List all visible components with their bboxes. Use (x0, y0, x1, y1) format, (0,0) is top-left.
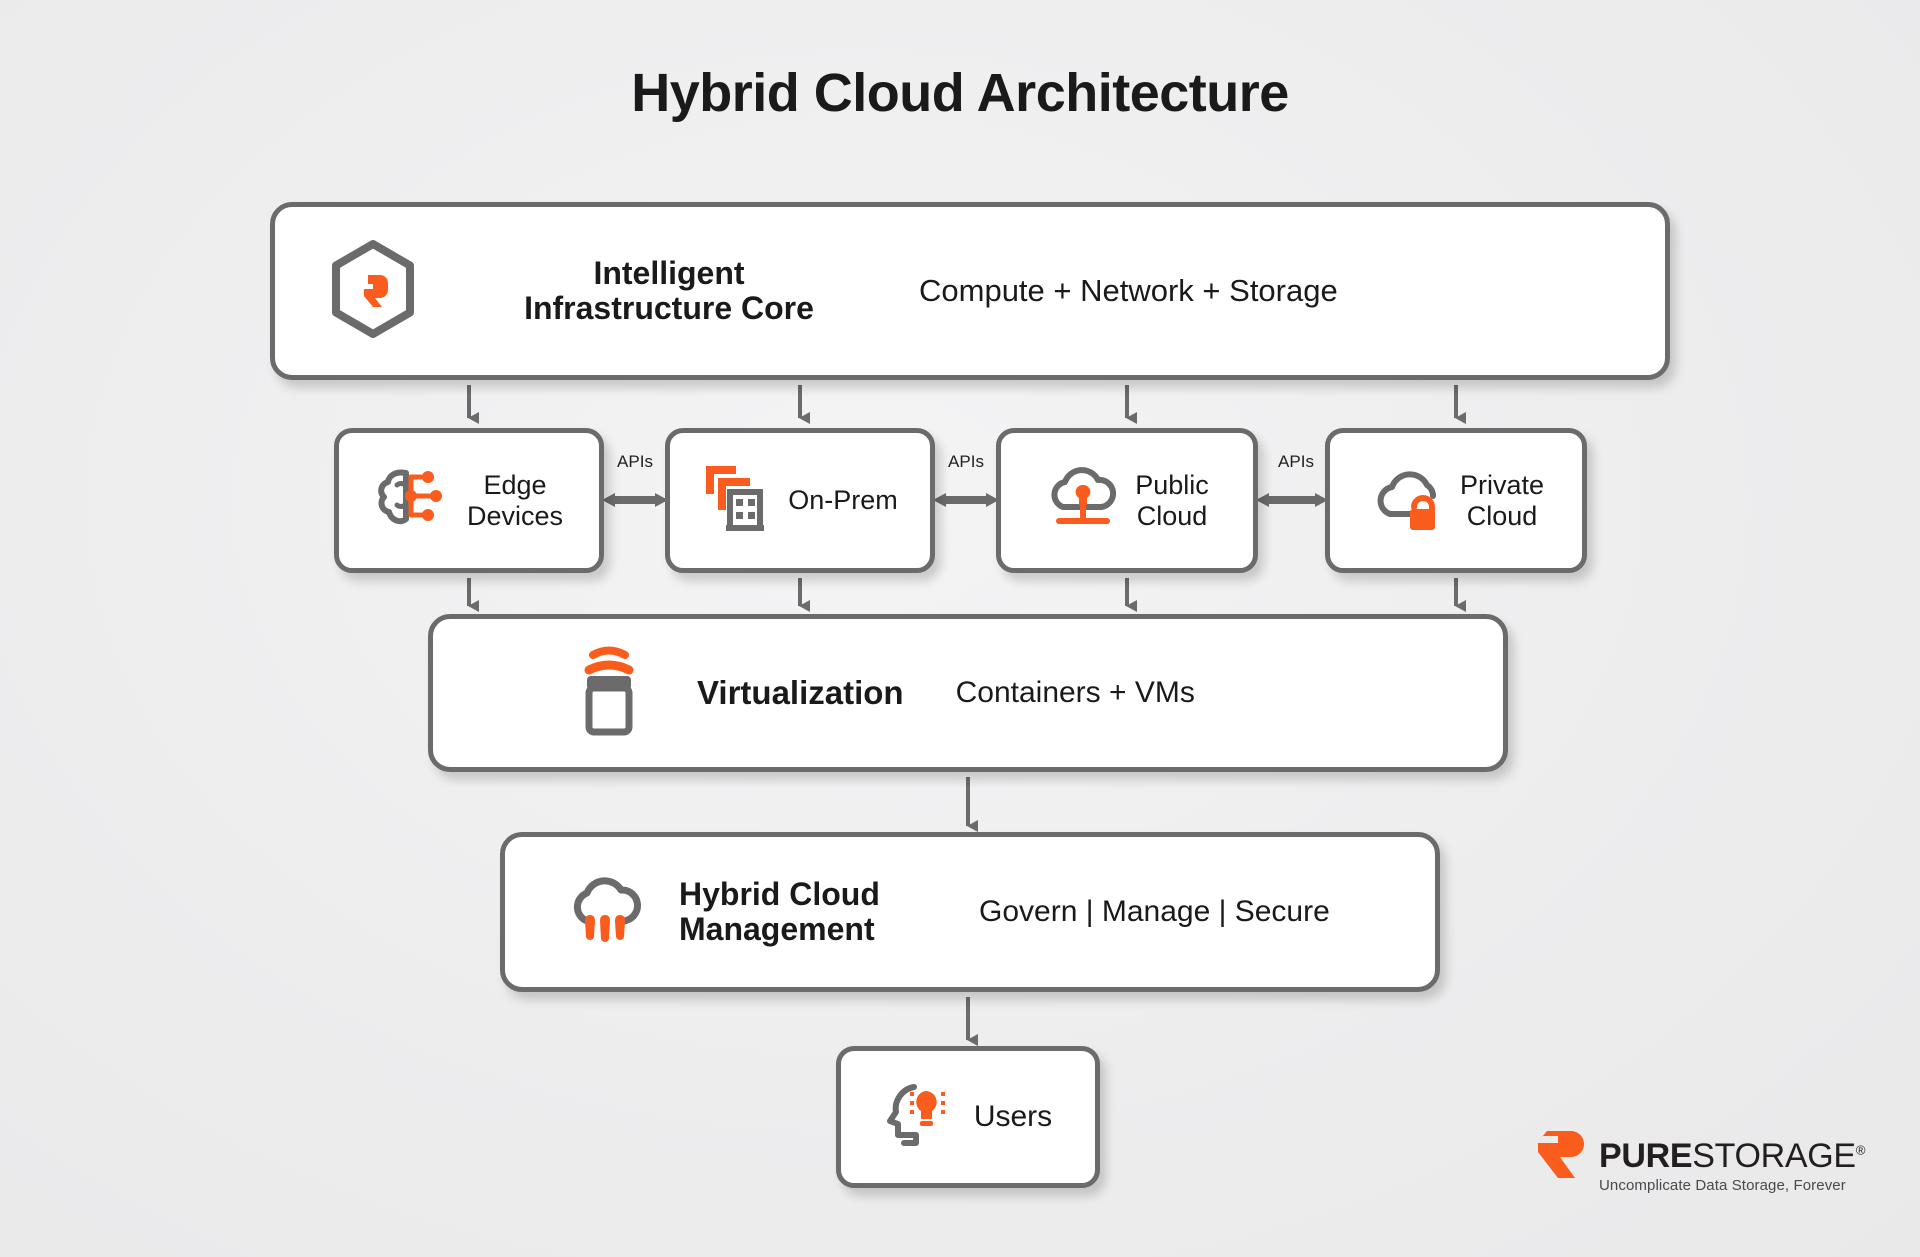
private-cloud-label: Private Cloud (1459, 470, 1545, 531)
registered-mark: ® (1855, 1142, 1866, 1158)
logo-wordmark: PURESTORAGE® (1599, 1137, 1865, 1176)
hybrid-cloud-management-box[interactable]: Hybrid Cloud Management Govern | Manage … (500, 832, 1440, 992)
cloud-lock-icon (1368, 463, 1446, 538)
virtualization-title: Virtualization (697, 674, 904, 712)
diagram-canvas: Hybrid Cloud Architecture Intelligent In… (0, 0, 1920, 1257)
intelligent-infrastructure-core-box[interactable]: Intelligent Infrastructure Core Compute … (270, 202, 1670, 380)
core-subtitle: Compute + Network + Storage (919, 272, 1338, 308)
virtualization-box[interactable]: Virtualization Containers + VMs (428, 614, 1508, 772)
logo-word-storage: STORAGE (1692, 1137, 1856, 1175)
datacenter-building-icon (702, 462, 774, 539)
users-box[interactable]: Users (836, 1046, 1100, 1188)
hexagon-pure-logo-icon (327, 239, 419, 344)
cloud-network-icon (1045, 463, 1121, 538)
private-cloud-box[interactable]: Private Cloud (1325, 428, 1587, 573)
edge-devices-label: Edge Devices (466, 470, 564, 531)
brain-circuit-icon (375, 463, 453, 538)
logo-tagline: Uncomplicate Data Storage, Forever (1599, 1177, 1846, 1194)
cloud-rain-icon (561, 867, 649, 958)
pure-storage-logo: PURESTORAGE® Uncomplicate Data Storage, … (1523, 1128, 1865, 1203)
head-idea-icon (884, 1079, 958, 1156)
users-label: Users (973, 1100, 1053, 1134)
on-prem-label: On-Prem (788, 485, 898, 516)
core-title: Intelligent Infrastructure Core (524, 255, 814, 326)
virtualization-subtitle: Containers + VMs (955, 676, 1195, 710)
management-subtitle: Govern | Manage | Secure (979, 895, 1330, 929)
public-cloud-label: Public Cloud (1135, 470, 1209, 531)
edge-devices-box[interactable]: Edge Devices (334, 428, 604, 573)
public-cloud-box[interactable]: Public Cloud (996, 428, 1258, 573)
page-title: Hybrid Cloud Architecture (631, 63, 1289, 123)
api-label-public-private: APIs (1278, 452, 1314, 471)
logo-text: PURESTORAGE® Uncomplicate Data Storage, … (1599, 1137, 1865, 1194)
on-prem-box[interactable]: On-Prem (665, 428, 935, 573)
api-label-onprem-public: APIs (948, 452, 984, 471)
pure-storage-mark-icon (1523, 1128, 1585, 1203)
container-stack-icon (573, 643, 645, 744)
api-label-edge-onprem: APIs (617, 452, 653, 471)
logo-word-pure: PURE (1599, 1137, 1693, 1175)
management-title: Hybrid Cloud Management (679, 876, 880, 947)
